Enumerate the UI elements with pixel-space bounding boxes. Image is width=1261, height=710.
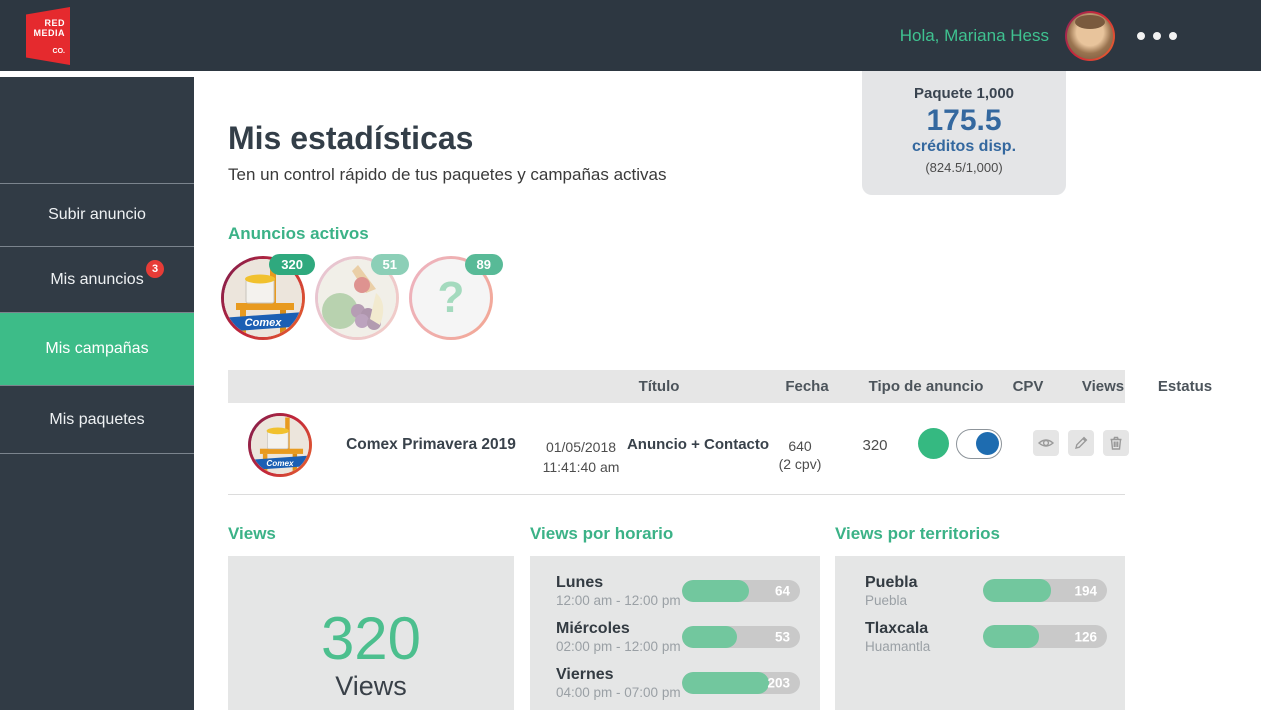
- logo-text: RED: [44, 18, 65, 28]
- territory-row: Tlaxcala Huamantla 126: [865, 619, 1107, 654]
- notification-badge: 3: [146, 260, 164, 278]
- views-panel-heading: Views: [228, 524, 276, 544]
- row-views: 320: [840, 437, 910, 454]
- column-header-fecha: Fecha: [757, 370, 857, 403]
- row-cpv: 640 (2 cpv): [765, 437, 835, 473]
- column-header-cpv: CPV: [993, 370, 1063, 403]
- svg-text:Comex: Comex: [245, 317, 283, 329]
- row-divider: [228, 494, 1125, 495]
- credits-detail: (824.5/1,000): [862, 160, 1066, 175]
- total-views-label: Views: [335, 671, 407, 702]
- row-thumbnail-comex[interactable]: Comex: [248, 413, 312, 477]
- status-active-dot: [918, 428, 949, 459]
- schedule-row: Miércoles 02:00 pm - 12:00 pm 53: [556, 619, 800, 654]
- progress-bar: 203: [682, 672, 800, 694]
- views-by-schedule-panel: Lunes 12:00 am - 12:00 pm 64 Miércoles 0…: [530, 556, 820, 710]
- sidebar: Subir anuncio Mis anuncios 3 Mis campaña…: [0, 77, 194, 710]
- view-button[interactable]: [1033, 430, 1059, 456]
- progress-bar: 194: [983, 579, 1107, 602]
- views-badge: 51: [371, 254, 409, 275]
- user-greeting: Hola, Mariana Hess: [900, 26, 1049, 46]
- active-ads-row: Comex 320: [221, 256, 493, 340]
- views-badge: 89: [465, 254, 503, 275]
- schedule-row: Lunes 12:00 am - 12:00 pm 64: [556, 573, 800, 608]
- user-avatar[interactable]: [1065, 11, 1115, 61]
- package-title: Paquete 1,000: [862, 85, 1066, 102]
- logo-text: CO.: [53, 48, 65, 55]
- column-header-views: Views: [1068, 370, 1138, 403]
- total-views-value: 320: [321, 609, 421, 669]
- page-title: Mis estadísticas: [228, 120, 473, 157]
- views-badge: 320: [269, 254, 315, 275]
- user-avatar-photo: [1067, 13, 1113, 59]
- dashboard: RED MEDIA CO. Hola, Mariana Hess Subir a…: [0, 0, 1261, 710]
- territorios-panel-heading: Views por territorios: [835, 524, 1000, 544]
- question-mark-icon: ?: [438, 273, 465, 323]
- status-toggle[interactable]: [956, 429, 1002, 459]
- column-header-estatus: Estatus: [1145, 370, 1225, 403]
- row-ad-type: Anuncio + Contacto: [622, 436, 774, 453]
- pencil-icon: [1072, 434, 1090, 452]
- sidebar-item-mis-anuncios[interactable]: Mis anuncios 3: [0, 246, 194, 312]
- credits-value: 175.5: [862, 104, 1066, 138]
- sidebar-item-label: Mis anuncios: [50, 271, 143, 289]
- toggle-knob: [976, 432, 999, 455]
- column-header-titulo: Título: [584, 370, 734, 403]
- active-ads-heading: Anuncios activos: [228, 224, 369, 244]
- page-subtitle: Ten un control rápido de tus paquetes y …: [228, 165, 667, 185]
- campaign-avatar-placeholder[interactable]: ? 89: [409, 256, 493, 340]
- overflow-menu-icon[interactable]: [1137, 32, 1177, 40]
- campaign-table-header: Título Fecha Tipo de anuncio CPV Views E…: [228, 370, 1125, 403]
- campaign-avatar-comex[interactable]: Comex 320: [221, 256, 305, 340]
- total-views-panel: 320 Views: [228, 556, 514, 710]
- sidebar-item-label: Subir anuncio: [48, 206, 146, 224]
- topbar: RED MEDIA CO. Hola, Mariana Hess: [0, 0, 1261, 71]
- column-header-tipo: Tipo de anuncio: [850, 370, 1002, 403]
- delete-button[interactable]: [1103, 430, 1129, 456]
- package-credits-card: Paquete 1,000 175.5 créditos disp. (824.…: [862, 71, 1066, 195]
- sidebar-item-subir-anuncio[interactable]: Subir anuncio: [0, 183, 194, 246]
- sidebar-item-label: Mis campañas: [45, 340, 148, 358]
- row-title: Comex Primavera 2019: [331, 436, 531, 454]
- trash-icon: [1107, 434, 1125, 452]
- comex-thumbnail-image: Comex: [251, 416, 309, 474]
- views-by-territory-panel: Puebla Puebla 194 Tlaxcala Huamantla 126: [835, 556, 1125, 710]
- progress-bar: 64: [682, 580, 800, 602]
- progress-bar: 126: [983, 625, 1107, 648]
- territory-row: Puebla Puebla 194: [865, 573, 1107, 608]
- campaign-avatar-fruits[interactable]: 51: [315, 256, 399, 340]
- eye-icon: [1037, 434, 1055, 452]
- red-media-logo[interactable]: RED MEDIA CO.: [26, 7, 70, 65]
- sidebar-item-mis-paquetes[interactable]: Mis paquetes: [0, 385, 194, 454]
- sidebar-item-label: Mis paquetes: [49, 411, 144, 429]
- credits-label: créditos disp.: [862, 138, 1066, 156]
- sidebar-spacer: [0, 77, 194, 183]
- row-date: 01/05/2018 11:41:40 am: [529, 437, 633, 477]
- schedule-row: Viernes 04:00 pm - 07:00 pm 203: [556, 665, 800, 700]
- svg-text:Comex: Comex: [266, 459, 294, 468]
- edit-button[interactable]: [1068, 430, 1094, 456]
- sidebar-item-mis-campanas[interactable]: Mis campañas: [0, 312, 194, 385]
- horario-panel-heading: Views por horario: [530, 524, 673, 544]
- logo-text: MEDIA: [34, 28, 66, 38]
- progress-bar: 53: [682, 626, 800, 648]
